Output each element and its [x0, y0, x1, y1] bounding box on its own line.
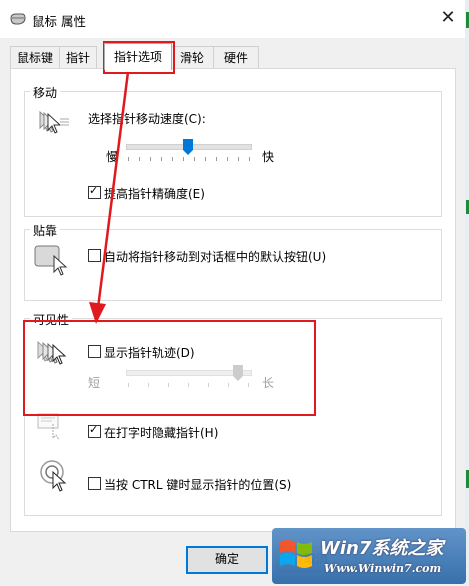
slider-tick	[161, 157, 162, 161]
background-strip	[465, 0, 469, 586]
highlight-box-trails	[23, 320, 316, 416]
pointer-speed-thumb[interactable]	[183, 139, 193, 155]
tab-wheel[interactable]: 滑轮	[170, 46, 214, 69]
snap-to-icon	[34, 245, 68, 276]
watermark-url: Www.Winwin7.com	[324, 562, 442, 575]
window-title: 鼠标 属性	[32, 14, 86, 29]
title-bar: 鼠标 属性 ✕	[0, 0, 465, 38]
mouse-app-icon	[10, 13, 26, 25]
ok-button[interactable]: 确定	[186, 546, 268, 574]
close-button[interactable]: ✕	[436, 6, 460, 30]
ctrl-location-icon	[40, 460, 67, 492]
slider-tick	[183, 157, 184, 161]
slider-tick	[205, 157, 206, 161]
show-location-ctrl-checkbox[interactable]	[88, 477, 101, 490]
watermark-brand: Win7系统之家	[320, 538, 444, 559]
pointer-speed-icon	[39, 110, 69, 134]
tab-buttons[interactable]: 鼠标键	[10, 46, 60, 69]
fast-label: 快	[262, 150, 275, 164]
pointer-speed-slider[interactable]	[126, 139, 254, 163]
slider-tick	[194, 157, 195, 161]
tab-hardware[interactable]: 硬件	[213, 46, 259, 69]
motion-group-label: 移动	[30, 84, 61, 101]
slider-tick	[216, 157, 217, 161]
slider-tick	[150, 157, 151, 161]
slider-tick	[172, 157, 173, 161]
show-location-ctrl-label: 当按 CTRL 键时显示指针的位置(S)	[104, 478, 292, 492]
hide-pointer-icon	[37, 413, 60, 440]
hide-while-typing-checkbox[interactable]	[88, 423, 101, 438]
slider-tick	[238, 157, 239, 161]
slider-tick	[249, 157, 250, 161]
tab-pointer-options[interactable]: 指针选项	[104, 43, 172, 70]
hide-while-typing-label: 在打字时隐藏指针(H)	[104, 426, 219, 440]
slider-tick	[227, 157, 228, 161]
annotation-arrow	[89, 71, 130, 324]
snap-to-group-label: 贴靠	[30, 222, 61, 239]
windows-flag-icon	[280, 540, 312, 568]
watermark-logo: Win7系统之家 Www.Winwin7.com	[272, 528, 466, 584]
